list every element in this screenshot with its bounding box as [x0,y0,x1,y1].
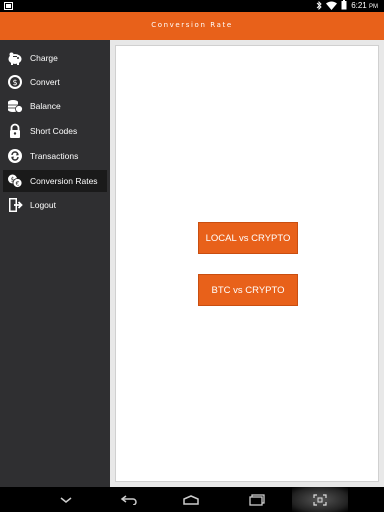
piggy-bank-icon [7,50,23,66]
convert-coin-icon: $ [7,74,23,90]
screenshot-scan-icon[interactable] [310,491,330,508]
sidebar: Charge $ Convert Balance Short Codes Tra… [0,40,110,487]
sidebar-item-logout[interactable]: Logout [3,194,107,216]
sidebar-item-label: Transactions [30,151,79,161]
sidebar-item-label: Charge [30,53,58,63]
home-icon[interactable] [180,491,202,508]
recent-apps-icon[interactable] [246,491,268,508]
back-icon[interactable] [118,491,140,508]
exchange-coins-icon: $ € [7,173,23,189]
clock-time: 6:21 [351,0,367,10]
content-panel: LOCAL vs CRYPTO BTC vs CRYPTO [115,45,379,482]
logout-icon [7,197,23,213]
system-nav-bar [0,487,384,512]
sidebar-item-balance[interactable]: Balance [3,95,107,117]
coins-stack-icon [7,98,23,114]
battery-icon [341,0,347,12]
wifi-icon [326,1,338,12]
bluetooth-icon [316,0,322,12]
screenshot-icon [4,2,13,10]
sidebar-item-charge[interactable]: Charge [3,47,107,69]
status-icons: 6:21 PM [316,0,378,12]
status-bar: 6:21 PM [0,0,384,12]
sidebar-item-label: Balance [30,101,61,111]
hide-keyboard-icon[interactable] [56,491,76,508]
clock-ampm: PM [369,3,378,10]
sidebar-item-label: Short Codes [30,126,78,136]
page-title: Conversion Rate [151,21,233,29]
svg-text:$: $ [12,78,17,87]
app-header: Conversion Rate [0,12,384,40]
sidebar-item-label: Logout [30,200,56,210]
sidebar-item-convert[interactable]: $ Convert [3,71,107,93]
sidebar-item-label: Conversion Rates [30,176,98,186]
svg-text:$: $ [11,177,15,184]
clock: 6:21 PM [351,1,378,12]
sidebar-item-label: Convert [30,77,60,87]
cycle-arrows-icon [7,148,23,164]
svg-text:€: € [16,181,20,188]
local-vs-crypto-button[interactable]: LOCAL vs CRYPTO [198,222,298,254]
btc-vs-crypto-button[interactable]: BTC vs CRYPTO [198,274,298,306]
sidebar-item-short-codes[interactable]: Short Codes [3,120,107,142]
sidebar-item-conversion-rates[interactable]: $ € Conversion Rates [3,170,107,192]
lock-icon [7,123,23,139]
sidebar-item-transactions[interactable]: Transactions [3,145,107,167]
main-content: LOCAL vs CRYPTO BTC vs CRYPTO [110,40,384,487]
